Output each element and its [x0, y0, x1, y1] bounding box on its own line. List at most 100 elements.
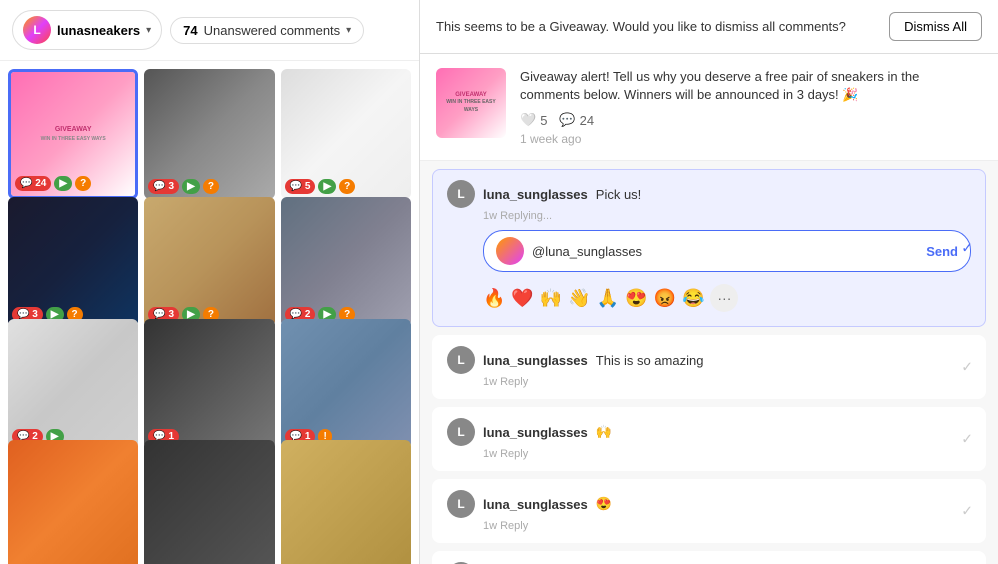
comment-badge: 💬 5 [285, 179, 316, 194]
comment-header-2: Lluna_sunglasses This is so amazing [447, 346, 971, 374]
post-image-12 [281, 440, 411, 564]
comment-badge: 💬 24 [15, 176, 51, 191]
comment-username-3: luna_sunglasses [483, 425, 588, 440]
heart-icon: 🤍 [520, 112, 536, 128]
comment-avatar-2: L [447, 346, 475, 374]
emoji-button[interactable]: ❤️ [511, 284, 533, 312]
dm-badge: ▶ [54, 176, 72, 191]
reply-input[interactable] [532, 244, 918, 259]
question-badge: ? [339, 179, 355, 194]
comment-text-1: Pick us! [596, 187, 642, 202]
comment-meta-2: 1w Reply [483, 376, 971, 388]
comment-avatar-1: L [447, 180, 475, 208]
grid-item-7[interactable]: 💬 2▶ [8, 319, 138, 449]
post-thumb-text: GIVEAWAYWIN IN THREE EASY WAYS [436, 89, 506, 117]
account-avatar: L [23, 16, 51, 44]
like-stat: 🤍 5 [520, 112, 547, 128]
more-emoji-button[interactable]: ··· [710, 284, 738, 312]
grid-item-4[interactable]: 💬 3▶? [8, 197, 138, 327]
badge-row-2: 💬 3▶? [148, 179, 219, 194]
post-thumbnail: GIVEAWAYWIN IN THREE EASY WAYS [436, 68, 506, 138]
reply-avatar [496, 237, 524, 265]
post-image-10 [8, 440, 138, 564]
right-panel: This seems to be a Giveaway. Would you l… [420, 0, 998, 564]
grid-item-9[interactable]: 💬 1! [281, 319, 411, 449]
comment-meta-3: 1w Reply [483, 448, 971, 460]
question-badge: ? [75, 176, 91, 191]
grid-item-12[interactable] [281, 440, 411, 564]
comment-count: 24 [580, 113, 594, 128]
comment-icon: 💬 [559, 112, 575, 128]
comment-item-2[interactable]: Lluna_sunglasses This is so amazing 1w Re… [432, 335, 986, 399]
reply-box: Send 🔥❤️🙌👋🙏😍😡😂··· [483, 230, 971, 316]
grid-item-5[interactable]: 💬 3▶? [144, 197, 274, 327]
comment-avatar-4: L [447, 490, 475, 518]
dm-badge: ▶ [318, 179, 336, 194]
badge-row-3: 💬 5▶? [285, 179, 356, 194]
comment-item-1[interactable]: Lluna_sunglasses Pick us! 1w Replying... ✓… [432, 169, 986, 327]
comment-meta-1: 1w Replying... [483, 210, 971, 222]
emoji-button[interactable]: 👋 [568, 284, 590, 312]
badge-row-1: 💬 24▶? [15, 176, 91, 191]
grid-item-3[interactable]: 💬 5▶? [281, 69, 411, 199]
comment-item-5[interactable]: Lluna_sunglasses ❤️1w Reply [432, 551, 986, 564]
post-image-11 [144, 440, 274, 564]
giveaway-banner: This seems to be a Giveaway. Would you l… [420, 0, 998, 54]
post-time: 1 week ago [520, 132, 982, 146]
grid-item-8[interactable]: 💬 1 [144, 319, 274, 449]
comment-stat: 💬 24 [559, 112, 594, 128]
account-selector[interactable]: L lunasneakers ▾ [12, 10, 162, 50]
dm-badge: ▶ [182, 179, 200, 194]
comment-text-2: This is so amazing [596, 353, 704, 368]
account-name: lunasneakers [57, 23, 140, 38]
post-stats: 🤍 5 💬 24 [520, 112, 982, 128]
comment-header-1: Lluna_sunglasses Pick us! [447, 180, 971, 208]
send-button[interactable]: Send [926, 244, 958, 259]
grid-item-11[interactable] [144, 440, 274, 564]
comment-text-3: 🙌 [596, 424, 612, 440]
emoji-button[interactable]: 😂 [682, 284, 704, 312]
filter-button[interactable]: 74 Unanswered comments ▾ [170, 17, 364, 44]
emoji-button[interactable]: 🙌 [540, 284, 562, 312]
comment-meta-4: 1w Reply [483, 520, 971, 532]
checkmark-icon-1: ✓ [961, 240, 973, 257]
comment-avatar-3: L [447, 418, 475, 446]
post-detail: GIVEAWAYWIN IN THREE EASY WAYS Giveaway … [420, 54, 998, 161]
like-count: 5 [540, 113, 547, 128]
comment-header-3: Lluna_sunglasses 🙌 [447, 418, 971, 446]
emoji-button[interactable]: 🔥 [483, 284, 505, 312]
grid-item-2[interactable]: 💬 3▶? [144, 69, 274, 199]
grid-item-1[interactable]: GIVEAWAYWIN IN THREE EASY WAYS💬 24▶? [8, 69, 138, 199]
comment-badge: 💬 3 [148, 179, 179, 194]
comment-item-3[interactable]: Lluna_sunglasses 🙌 1w Reply✓ [432, 407, 986, 471]
filter-label: Unanswered comments [204, 23, 341, 38]
comment-header-4: Lluna_sunglasses 😍 [447, 490, 971, 518]
posts-grid: GIVEAWAYWIN IN THREE EASY WAYS💬 24▶?💬 3▶… [0, 61, 419, 564]
filter-count: 74 [183, 23, 197, 38]
filter-chevron-icon: ▾ [346, 25, 351, 36]
banner-text: This seems to be a Giveaway. Would you l… [436, 19, 846, 34]
account-chevron-icon: ▾ [146, 25, 151, 36]
checkmark-icon-4: ✓ [961, 503, 973, 520]
comment-username-2: luna_sunglasses [483, 353, 588, 368]
post-caption: Giveaway alert! Tell us why you deserve … [520, 68, 982, 104]
comment-username-4: luna_sunglasses [483, 497, 588, 512]
grid-item-10[interactable] [8, 440, 138, 564]
left-panel: L lunasneakers ▾ 74 Unanswered comments … [0, 0, 420, 564]
emoji-button[interactable]: 🙏 [597, 284, 619, 312]
dismiss-all-button[interactable]: Dismiss All [889, 12, 982, 41]
post-info: Giveaway alert! Tell us why you deserve … [520, 68, 982, 146]
comment-item-4[interactable]: Lluna_sunglasses 😍 1w Reply✓ [432, 479, 986, 543]
grid-item-6[interactable]: 💬 2▶? [281, 197, 411, 327]
checkmark-icon-3: ✓ [961, 431, 973, 448]
comments-list: Lluna_sunglasses Pick us! 1w Replying... ✓… [420, 161, 998, 564]
comment-text-4: 😍 [596, 496, 612, 512]
comment-username-1: luna_sunglasses [483, 187, 588, 202]
reply-input-row: Send [483, 230, 971, 272]
emoji-button[interactable]: 😡 [654, 284, 676, 312]
emoji-row: 🔥❤️🙌👋🙏😍😡😂··· [483, 280, 971, 316]
checkmark-icon-2: ✓ [961, 359, 973, 376]
top-bar: L lunasneakers ▾ 74 Unanswered comments … [0, 0, 419, 61]
question-badge: ? [203, 179, 219, 194]
emoji-button[interactable]: 😍 [625, 284, 647, 312]
